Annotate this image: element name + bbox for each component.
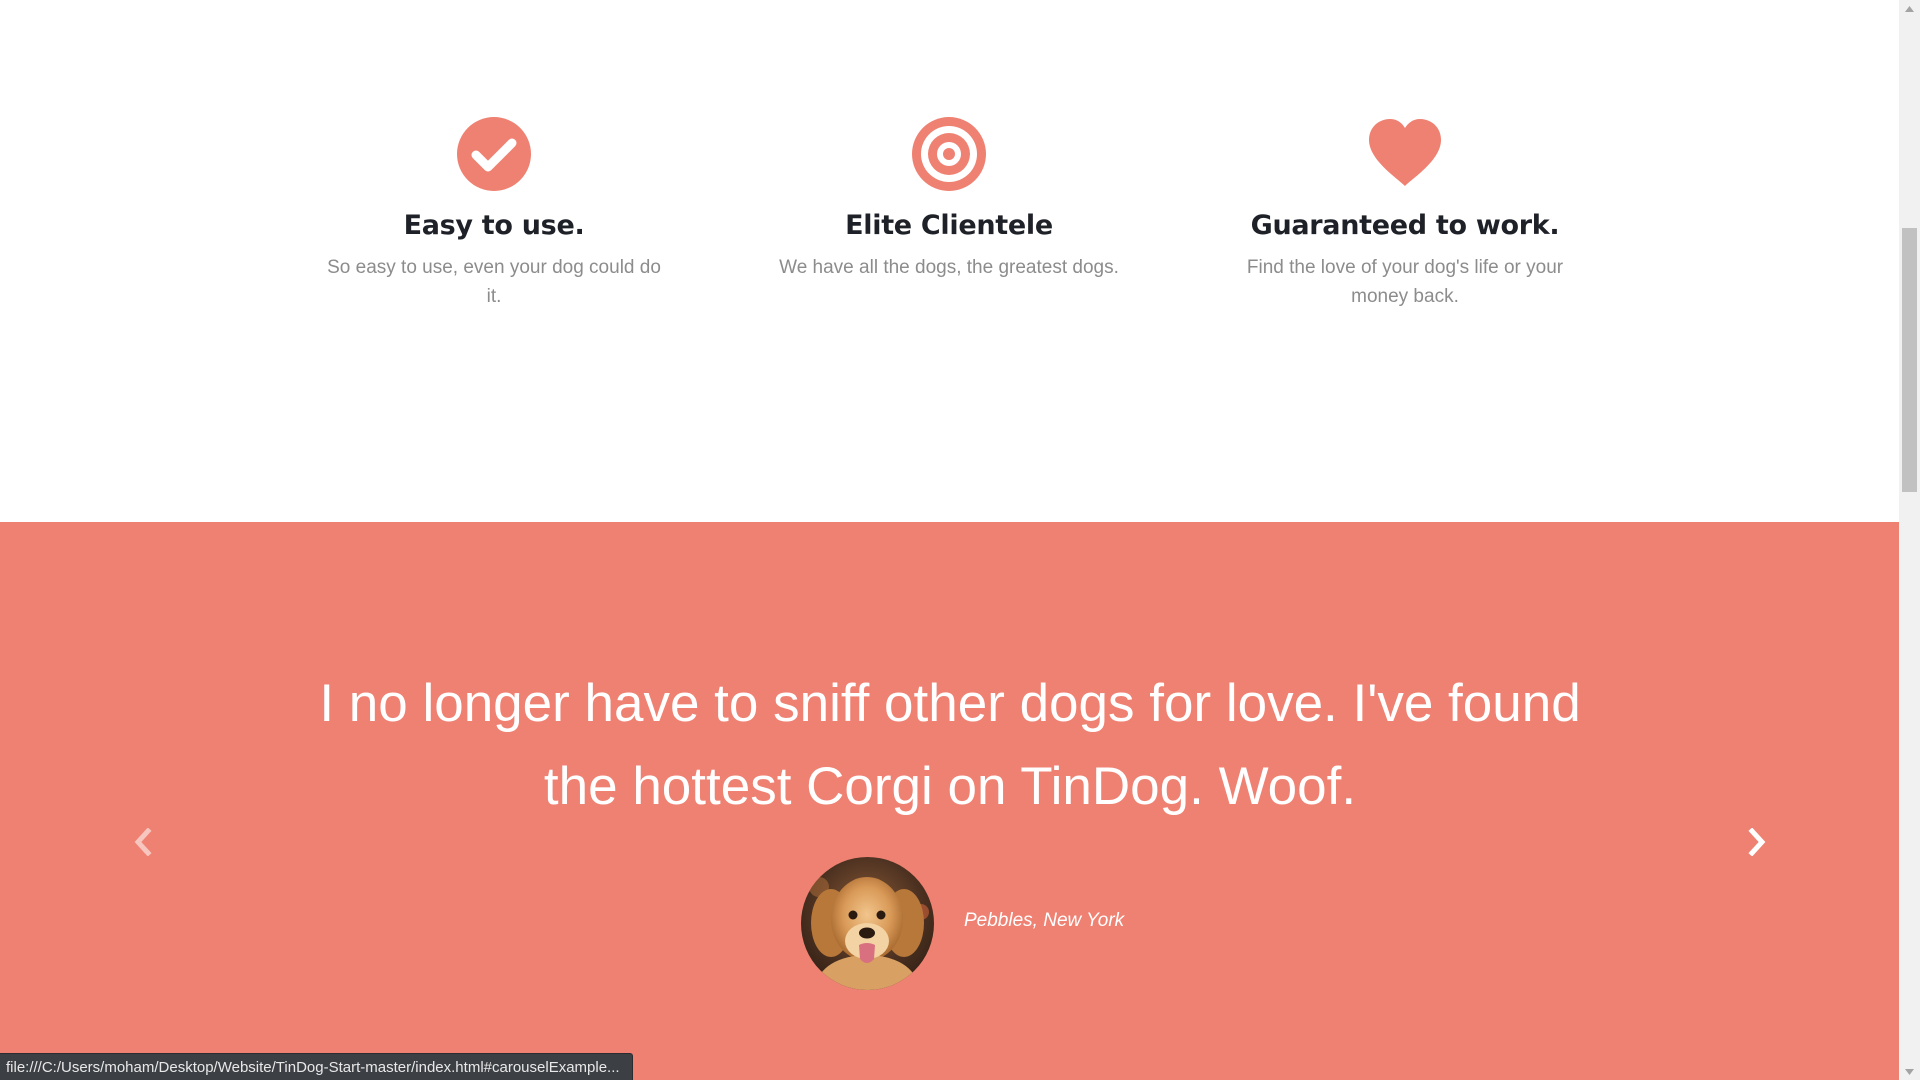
- testimonial-carousel: I no longer have to sniff other dogs for…: [0, 522, 1899, 1080]
- feature-elite-clientele: Elite Clientele We have all the dogs, th…: [749, 116, 1149, 283]
- feature-easy-to-use: Easy to use. So easy to use, even your d…: [294, 116, 694, 311]
- testimonial-quote: I no longer have to sniff other dogs for…: [319, 674, 1581, 816]
- feature-title: Easy to use.: [403, 210, 585, 241]
- feature-guaranteed: Guaranteed to work. Find the love of you…: [1205, 116, 1605, 311]
- feature-title: Guaranteed to work.: [1250, 210, 1560, 241]
- feature-description: We have all the dogs, the greatest dogs.: [779, 257, 1119, 279]
- features-section: Easy to use. So easy to use, even your d…: [0, 0, 1899, 522]
- scroll-down-arrow[interactable]: [1899, 1063, 1920, 1080]
- vertical-scrollbar[interactable]: [1899, 0, 1920, 1080]
- chevron-right-icon: [1748, 828, 1766, 856]
- feature-title: Elite Clientele: [845, 210, 1053, 241]
- page-content: Easy to use. So easy to use, even your d…: [0, 0, 1899, 1080]
- carousel-next-button[interactable]: [1727, 817, 1787, 867]
- scroll-up-arrow[interactable]: [1899, 0, 1920, 17]
- heart-icon: [1369, 119, 1441, 186]
- caret-down-icon: [1905, 1068, 1914, 1075]
- testimonial-author: Pebbles, New York: [964, 910, 1125, 931]
- browser-page: Easy to use. So easy to use, even your d…: [0, 0, 1920, 1080]
- bullseye-icon: [912, 117, 986, 191]
- avatar: [801, 857, 934, 990]
- caret-up-icon: [1905, 5, 1914, 12]
- feature-description: So easy to use, even your dog could do i…: [327, 257, 661, 307]
- chevron-left-icon: [134, 828, 152, 856]
- feature-description: Find the love of your dog's life or your…: [1246, 257, 1564, 307]
- check-circle-icon: [457, 117, 531, 191]
- scrollbar-thumb[interactable]: [1902, 228, 1917, 492]
- golden-retriever-photo: [801, 857, 934, 990]
- carousel-prev-button[interactable]: [113, 817, 173, 867]
- status-bar-url: file:///C:/Users/moham/Desktop/Website/T…: [0, 1053, 633, 1080]
